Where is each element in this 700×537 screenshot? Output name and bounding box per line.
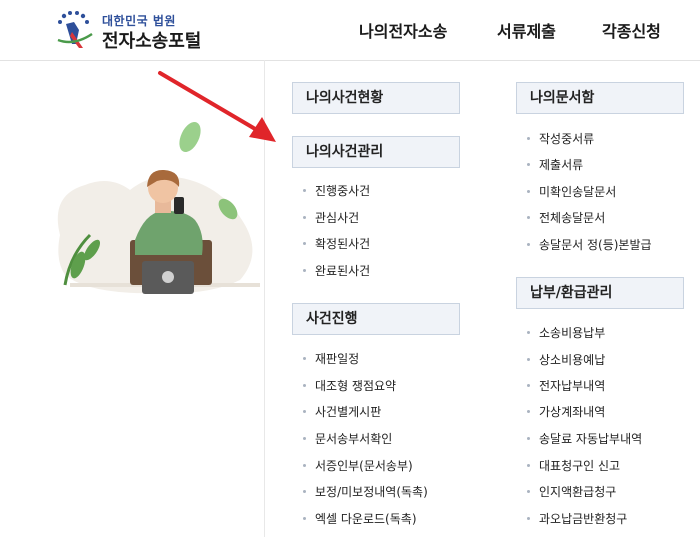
section-my-documents[interactable]: 나의문서함 — [516, 82, 684, 114]
leaf-icon — [179, 122, 201, 152]
nav-my-ecase[interactable]: 나의전자소송 — [359, 18, 447, 42]
nav-document-submission[interactable]: 서류제출 — [497, 18, 556, 42]
menu-item-submitted-documents[interactable]: 제출서류 — [524, 156, 583, 173]
section-payment-refund[interactable]: 납부/환급관리 — [516, 277, 684, 309]
user-illustration — [57, 122, 260, 294]
menu-item-completed-cases[interactable]: 완료된사건 — [300, 262, 370, 279]
top-header: 대한민국 법원 전자소송포털 나의전자소송 서류제출 각종신청 — [0, 0, 700, 61]
menu-item-correction-history[interactable]: 보정/미보정내역(독촉) — [300, 483, 428, 500]
menu-item-excel-download[interactable]: 엑셀 다운로드(독촉) — [300, 510, 417, 527]
menu-item-watched-cases[interactable]: 관심사건 — [300, 209, 359, 226]
menu-item-drafts[interactable]: 작성중서류 — [524, 130, 594, 147]
nav-applications[interactable]: 각종신청 — [602, 18, 661, 42]
section-case-progress[interactable]: 사건진행 — [292, 303, 460, 335]
menu-item-ongoing-cases[interactable]: 진행중사건 — [300, 182, 370, 199]
section-my-case-status[interactable]: 나의사건현황 — [292, 82, 460, 114]
menu-item-document-delivery-check[interactable]: 문서송부서확인 — [300, 430, 392, 447]
menu-item-overpayment-refund[interactable]: 과오납금반환청구 — [524, 510, 627, 527]
menu-item-evidence-acknowledgement[interactable]: 서증인부(문서송부) — [300, 457, 413, 474]
menu-item-stamp-refund-claim[interactable]: 인지액환급청구 — [524, 483, 616, 500]
section-my-case-management[interactable]: 나의사건관리 — [292, 136, 460, 168]
menu-item-case-board[interactable]: 사건별게시판 — [300, 403, 381, 420]
menu-item-appeal-fee-deposit[interactable]: 상소비용예납 — [524, 351, 605, 368]
menu-item-representative-claimant[interactable]: 대표청구인 신고 — [524, 457, 620, 474]
menu-item-certified-copy-issue[interactable]: 송달문서 정(등)본발급 — [524, 236, 652, 253]
menu-item-trial-schedule[interactable]: 재판일정 — [300, 350, 359, 367]
court-logo[interactable]: 대한민국 법원 전자소송포털 — [52, 10, 222, 52]
menu-item-all-delivered-documents[interactable]: 전체송달문서 — [524, 209, 605, 226]
court-emblem-icon — [57, 11, 93, 48]
menu-item-unconfirmed-delivery[interactable]: 미확인송달문서 — [524, 183, 616, 200]
menu-item-auto-payment-history[interactable]: 송달료 자동납부내역 — [524, 430, 642, 447]
menu-item-litigation-fee-payment[interactable]: 소송비용납부 — [524, 324, 605, 341]
menu-item-virtual-account-history[interactable]: 가상계좌내역 — [524, 403, 605, 420]
menu-item-e-payment-history[interactable]: 전자납부내역 — [524, 377, 605, 394]
menu-item-issue-summary[interactable]: 대조형 쟁점요약 — [300, 377, 396, 394]
menu-item-finalized-cases[interactable]: 확정된사건 — [300, 235, 370, 252]
logo-title: 전자소송포털 — [102, 31, 202, 52]
